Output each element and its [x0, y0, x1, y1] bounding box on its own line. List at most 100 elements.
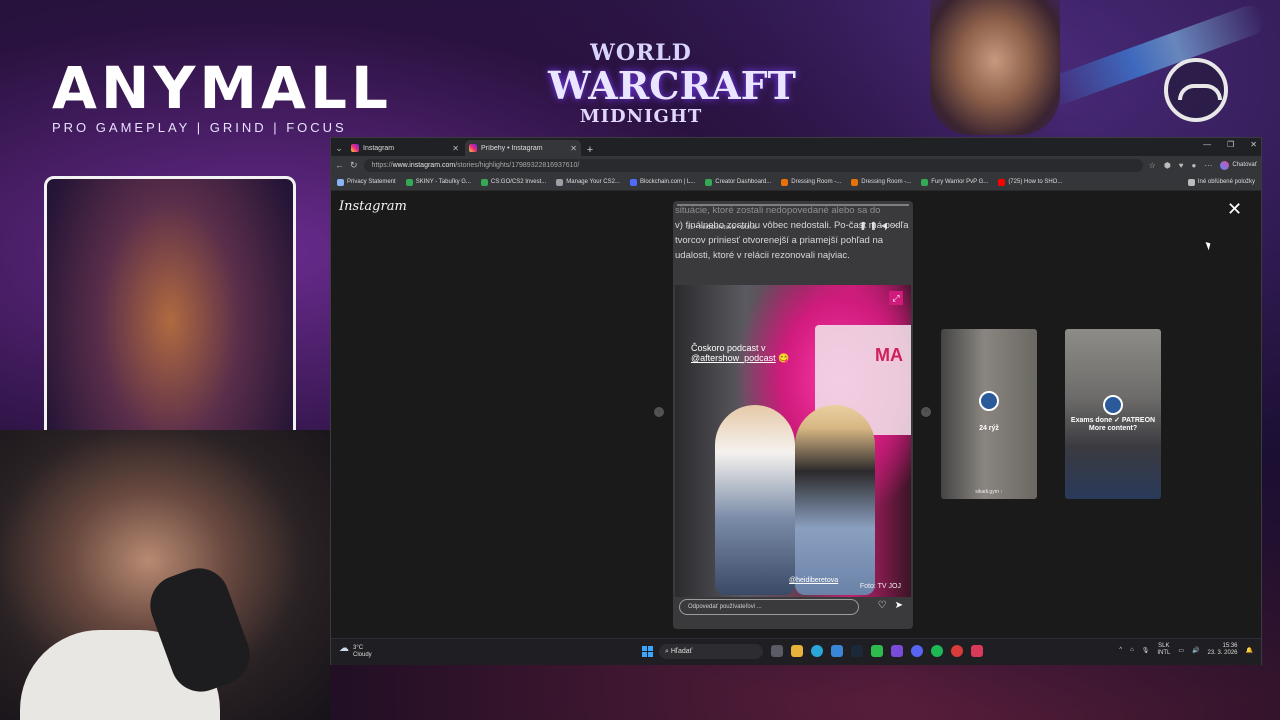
- photo-mention-tag[interactable]: @heidiberetova: [789, 577, 838, 584]
- other-bookmarks[interactable]: Iné obľúbené položky: [1187, 178, 1255, 186]
- url-field[interactable]: https://www.instagram.com/stories/highli…: [363, 158, 1143, 172]
- creator-icon: [705, 178, 713, 186]
- windows-taskbar: ☁ 3°C Cloudy ⌕ Hľadať ^ ⌂ 🎙 SLK INTL ▭ 🔊 1…: [331, 638, 1261, 665]
- address-actions: ☆ ⬢ ♥ ● ⋯ Chatovať: [1149, 160, 1257, 170]
- close-tab-icon[interactable]: ✕: [452, 144, 459, 153]
- active-story[interactable]: situácie, ktoré zostali nedopovedané ale…: [673, 201, 913, 629]
- taskbar-search[interactable]: ⌕ Hľadať: [659, 644, 763, 659]
- wow-midnight-logo: WORLD WARCRAFT MIDNIGHT: [548, 40, 796, 127]
- close-window-icon[interactable]: ✕: [1250, 140, 1257, 149]
- search-label: Hľadať: [670, 648, 693, 655]
- expand-icon[interactable]: ⤢: [889, 291, 903, 305]
- next-story-arrow-icon[interactable]: ›: [921, 407, 931, 417]
- clock[interactable]: 15:36 23. 3. 2026: [1207, 643, 1237, 657]
- pause-icon[interactable]: ❚❚: [859, 221, 880, 230]
- story-article-text: situácie, ktoré zostali nedopovedané ale…: [673, 203, 911, 263]
- reply-input[interactable]: Odpovedať používateľovi ...: [679, 599, 859, 615]
- other-bookmarks-label: Iné obľúbené položky: [1197, 179, 1255, 185]
- brand-subtitle: PRO GAMEPLAY | GRIND | FOCUS: [52, 120, 347, 135]
- close-tab-icon[interactable]: ✕: [570, 144, 577, 153]
- streamer-portrait-art: [930, 0, 1060, 135]
- chrome-icon[interactable]: [831, 645, 843, 657]
- spotify-icon[interactable]: [931, 645, 943, 657]
- bookmark-item[interactable]: Privacy Statement: [337, 178, 396, 186]
- favorites-icon[interactable]: ♥: [1179, 161, 1184, 170]
- discord-icon[interactable]: [911, 645, 923, 657]
- edge-icon[interactable]: [811, 645, 823, 657]
- bookmark-label: Manage Your CS2...: [566, 179, 620, 185]
- address-bar-row: ← ↻ https://www.instagram.com/stories/hi…: [331, 156, 1261, 174]
- play-icon[interactable]: [871, 645, 883, 657]
- bookmark-item[interactable]: SKINY - Tabuľky G...: [405, 178, 471, 186]
- bookmark-label: Fury Warrior PvP G...: [931, 179, 989, 185]
- next-story-thumbnail[interactable]: Exams done ✓ PATREON More content?: [1065, 329, 1161, 499]
- tab-instagram[interactable]: Instagram ✕: [347, 140, 463, 156]
- bookmark-label: CS:GO/CS2 Invest...: [490, 179, 547, 185]
- steam-icon[interactable]: [851, 645, 863, 657]
- bookmark-item[interactable]: Manage Your CS2...: [556, 178, 620, 186]
- tab-title: Instagram: [363, 144, 395, 152]
- clock-date: 23. 3. 2026: [1207, 650, 1238, 656]
- bookmark-item[interactable]: Blockchain.com | L...: [629, 178, 696, 186]
- guide-icon: [921, 178, 929, 186]
- task-view-icon[interactable]: [771, 645, 783, 657]
- youtube-icon: [998, 178, 1006, 186]
- mic-icon[interactable]: 🎙: [1142, 647, 1150, 654]
- language-indicator[interactable]: SLK INTL: [1157, 643, 1170, 657]
- next-story-thumbnail[interactable]: 24 rýž sikadi.gym ↑: [941, 329, 1037, 499]
- tab-stories[interactable]: Príbehy • Instagram ✕: [465, 140, 581, 156]
- tab-search-chevron-icon[interactable]: ⌄: [331, 140, 347, 156]
- more-icon[interactable]: ⋯: [891, 221, 903, 230]
- story-controls: ❚❚◀⋯: [859, 221, 903, 230]
- file-explorer-icon[interactable]: [791, 645, 803, 657]
- reply-placeholder: Odpovedať používateľovi ...: [688, 604, 762, 610]
- share-send-icon[interactable]: ➤: [895, 600, 903, 611]
- reload-icon[interactable]: ↻: [350, 160, 358, 171]
- chevron-up-icon[interactable]: ^: [1119, 647, 1122, 653]
- bookmark-item[interactable]: Creator Dashboard...: [705, 178, 771, 186]
- instagram-logo[interactable]: Instagram: [339, 199, 407, 214]
- close-story-icon[interactable]: ✕: [1227, 199, 1242, 220]
- obs-icon[interactable]: [891, 645, 903, 657]
- weather-text: 3°C Cloudy: [353, 645, 372, 659]
- extension-icon[interactable]: ⬢: [1164, 161, 1171, 170]
- maximize-icon[interactable]: ❐: [1227, 140, 1234, 149]
- notification-bell-icon[interactable]: 🔔: [1246, 647, 1253, 654]
- webcam-feed: [0, 430, 330, 720]
- instagram-story-viewer: Instagram ✕ situácie, ktoré zostali nedo…: [331, 191, 1261, 638]
- story-progress-bar: [677, 204, 909, 206]
- bookmark-item[interactable]: Dressing Room -...: [851, 178, 911, 186]
- riot-icon[interactable]: [951, 645, 963, 657]
- guest-left: [715, 405, 795, 595]
- guest-right: [795, 405, 875, 595]
- brand-title: ANYMALL: [52, 54, 392, 122]
- chat-label: Chatovať: [1232, 162, 1257, 168]
- like-heart-icon[interactable]: ♡: [878, 600, 887, 611]
- caption-line1: Čoskoro podcast v: [691, 343, 766, 353]
- weather-widget[interactable]: ☁ 3°C Cloudy: [339, 644, 372, 659]
- clock-time: 15:36: [1222, 643, 1238, 649]
- network-icon[interactable]: ⌂: [1130, 647, 1134, 653]
- bookmark-item[interactable]: Fury Warrior PvP G...: [921, 178, 989, 186]
- chat-button[interactable]: Chatovať: [1220, 160, 1257, 170]
- volume-icon[interactable]: 🔊: [1192, 647, 1199, 654]
- star-icon[interactable]: ☆: [1149, 161, 1156, 170]
- bookmark-label: Blockchain.com | L...: [639, 179, 696, 185]
- browser-window: ⌄ Instagram ✕ Príbehy • Instagram ✕ + — …: [330, 137, 1262, 665]
- bookmark-item[interactable]: Dressing Room -...: [781, 178, 841, 186]
- story-username[interactable]: 15 • heidiberetova • Dorus: [687, 225, 757, 231]
- back-arrow-icon[interactable]: ←: [335, 160, 344, 170]
- profile-icon[interactable]: ●: [1192, 161, 1197, 170]
- minimize-icon[interactable]: —: [1203, 140, 1211, 149]
- more-icon[interactable]: ⋯: [1204, 161, 1212, 170]
- pin-icon[interactable]: [971, 645, 983, 657]
- mute-icon[interactable]: ◀: [881, 221, 891, 230]
- bookmark-item[interactable]: (725) How to SHO...: [998, 178, 1062, 186]
- bookmark-item[interactable]: CS:GO/CS2 Invest...: [480, 178, 547, 186]
- caption-mention[interactable]: @aftershow_podcast: [691, 353, 776, 363]
- display-icon[interactable]: ▭: [1178, 647, 1184, 654]
- prev-story-arrow-icon[interactable]: ‹: [654, 407, 664, 417]
- windows-start-icon[interactable]: [642, 646, 653, 657]
- copilot-icon: [1220, 160, 1230, 170]
- new-tab-button[interactable]: +: [583, 144, 597, 156]
